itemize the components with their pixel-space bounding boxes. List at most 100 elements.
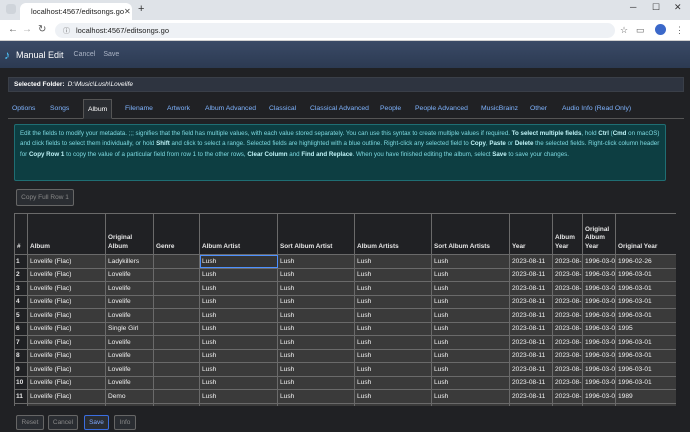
cell-album[interactable]: Lovelife (Flac) — [27, 321, 106, 336]
reset-button[interactable]: Reset — [16, 415, 44, 430]
cell-original-year[interactable]: 1996-02-26 — [615, 254, 676, 269]
cell-original-album-year[interactable]: 1996-03-0 — [582, 362, 616, 377]
tab-album-advanced[interactable]: Album Advanced — [205, 99, 256, 119]
cell-genre[interactable] — [153, 294, 200, 309]
cell-sort-album-artist[interactable]: Lush — [277, 348, 355, 363]
close-tab-icon[interactable]: ✕ — [124, 7, 131, 16]
cell-original-album[interactable]: Lovelife — [105, 375, 154, 390]
cell-original-year[interactable]: 1996-03-01 — [615, 294, 676, 309]
cell-sort-album-artist[interactable]: Lush — [277, 389, 355, 404]
cell-album-artist[interactable]: Lush — [199, 267, 278, 282]
cell-album[interactable]: Lovelife (Flac) — [27, 348, 106, 363]
cell-original-album[interactable]: Lovelife — [105, 335, 154, 350]
cell-album-artists[interactable]: Lush — [354, 321, 432, 336]
cell-sort-album-artist[interactable]: Lush — [277, 308, 355, 323]
cell-genre[interactable] — [153, 254, 200, 269]
cell-original-album-year[interactable]: 1996-03-0 — [582, 308, 616, 323]
cell-genre[interactable] — [153, 402, 200, 406]
cell-album-artist[interactable]: Lush — [199, 308, 278, 323]
cell-year[interactable]: 2023-08-11 — [509, 267, 553, 282]
cell-album-year[interactable]: 2023-08-1 — [552, 308, 583, 323]
cell-album-artists[interactable]: Lush — [354, 389, 432, 404]
tab-search-button[interactable] — [6, 4, 16, 14]
cell-album-artists[interactable]: Lush — [354, 335, 432, 350]
cell-genre[interactable] — [153, 267, 200, 282]
cell-album-artist[interactable]: Lush — [199, 389, 278, 404]
cell-genre[interactable] — [153, 308, 200, 323]
cell-album-artist[interactable]: Lush — [199, 362, 278, 377]
cell-sort-album-artists[interactable]: Lush — [431, 267, 510, 282]
cell-album-year[interactable]: 2023-08-1 — [552, 375, 583, 390]
copy-full-row-button[interactable]: Copy Full Row 1 — [16, 189, 74, 206]
url-field[interactable]: ⓘ localhost:4567/editsongs.go — [55, 23, 615, 38]
cell-sort-album-artist[interactable]: Lush — [277, 362, 355, 377]
menu-icon[interactable]: ⋮ — [675, 25, 684, 36]
cell-year[interactable]: 2023-08-11 — [509, 254, 553, 269]
cell-original-album-year[interactable]: 1996-03-0 — [582, 402, 616, 406]
cell-album[interactable]: Lovelife (Flac) — [27, 335, 106, 350]
cell-year[interactable]: 2023-08-11 — [509, 362, 553, 377]
cell-year[interactable]: 2023-08-11 — [509, 389, 553, 404]
tab-other[interactable]: Other — [530, 99, 547, 119]
profile-avatar[interactable] — [655, 24, 666, 35]
bookmark-star-icon[interactable]: ☆ — [620, 25, 628, 36]
cell-year[interactable]: 2023-08-11 — [509, 308, 553, 323]
cell-sort-album-artist[interactable]: Lush — [277, 254, 355, 269]
cell-album-artists[interactable]: Lush — [354, 281, 432, 296]
cell-original-year[interactable]: 1995 — [615, 321, 676, 336]
cell-album[interactable]: Lovelife (Flac) — [27, 294, 106, 309]
header-col-album[interactable]: Album — [27, 213, 106, 255]
cell-album-artists[interactable]: Lush — [354, 254, 432, 269]
cell-genre[interactable] — [153, 321, 200, 336]
cell-original-album[interactable]: Lovelife — [105, 348, 154, 363]
cell-album-artist[interactable]: Lush — [199, 294, 278, 309]
cell-album[interactable]: Lovelife (Flac) — [27, 362, 106, 377]
cell-original-year[interactable]: 1996-03-01 — [615, 348, 676, 363]
cell-album-artist[interactable]: Lush — [199, 335, 278, 350]
cell-original-year[interactable]: 1996-03-01 — [615, 308, 676, 323]
header-col-album-artist[interactable]: Album Artist — [199, 213, 278, 255]
tab-classical-advanced[interactable]: Classical Advanced — [310, 99, 369, 119]
cell-album-year[interactable]: 2023-08-1 — [552, 254, 583, 269]
cell-album-year[interactable]: 2023-08-1 — [552, 362, 583, 377]
header-col-sort-album-artists[interactable]: Sort Album Artists — [431, 213, 510, 255]
cell-original-album[interactable]: Lovelife — [105, 402, 154, 406]
tab-audio-info[interactable]: Audio Info (Read Only) — [562, 99, 631, 119]
cell-sort-album-artist[interactable]: Lush — [277, 281, 355, 296]
site-info-icon[interactable]: ⓘ — [63, 26, 70, 36]
cell-album-year[interactable]: 2023-08-1 — [552, 294, 583, 309]
tab-songs[interactable]: Songs — [50, 99, 69, 119]
cell-sort-album-artist[interactable]: Lush — [277, 335, 355, 350]
browser-tab[interactable]: localhost:4567/editsongs.go ✕ — [20, 3, 132, 20]
cell-original-album-year[interactable]: 1996-03-0 — [582, 375, 616, 390]
header-col-album-artists[interactable]: Album Artists — [354, 213, 432, 255]
cell-album-artist[interactable]: Lush — [199, 402, 278, 406]
cell-genre[interactable] — [153, 362, 200, 377]
new-tab-icon[interactable]: + — [138, 3, 144, 15]
cell-genre[interactable] — [153, 348, 200, 363]
header-save-button[interactable]: Save — [103, 51, 119, 58]
forward-icon[interactable]: → — [22, 24, 32, 35]
cell-original-album[interactable]: Lovelife — [105, 294, 154, 309]
cell-album-artists[interactable]: Lush — [354, 267, 432, 282]
cell-sort-album-artists[interactable]: Lush — [431, 335, 510, 350]
cell-year[interactable]: 2023-08-11 — [509, 348, 553, 363]
header-cancel-button[interactable]: Cancel — [74, 51, 96, 58]
cell-sort-album-artists[interactable]: Lush — [431, 402, 510, 406]
cell-album-artist[interactable]: Lush — [199, 321, 278, 336]
header-col-year[interactable]: Year — [509, 213, 553, 255]
cell-sort-album-artists[interactable]: Lush — [431, 281, 510, 296]
window-close-icon[interactable]: ✕ — [674, 2, 682, 13]
cell-original-album-year[interactable]: 1996-03-0 — [582, 389, 616, 404]
header-col-num[interactable]: # — [14, 213, 28, 255]
cell-sort-album-artist[interactable]: Lush — [277, 375, 355, 390]
header-col-album-year[interactable]: Album Year — [552, 213, 583, 255]
tab-classical[interactable]: Classical — [269, 99, 296, 119]
cell-album-artists[interactable]: Lush — [354, 308, 432, 323]
cell-album-year[interactable]: 2023-08-1 — [552, 335, 583, 350]
cell-original-year[interactable]: 1996-03-01 — [615, 281, 676, 296]
cell-original-album[interactable]: Lovelife — [105, 281, 154, 296]
cell-original-album-year[interactable]: 1996-03-0 — [582, 348, 616, 363]
cell-genre[interactable] — [153, 281, 200, 296]
cell-original-album[interactable]: Single Girl — [105, 321, 154, 336]
